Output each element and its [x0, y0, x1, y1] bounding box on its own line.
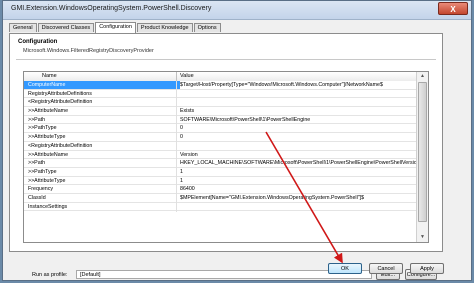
tab-general[interactable]: General [9, 23, 37, 32]
cell-divider [176, 159, 177, 169]
cell-divider [176, 141, 177, 151]
row-name: ComputerName [28, 82, 66, 88]
table-row[interactable]: ComputerName $Target/Host/Property[Type="… [24, 81, 418, 90]
table-row[interactable]: >>AttributeName Version [24, 150, 418, 160]
table-row[interactable]: >>PathType 1 [24, 167, 418, 177]
row-value[interactable]: 0 [180, 124, 416, 132]
tab-product-knowledge[interactable]: Product Knowledge [136, 23, 193, 32]
apply-button[interactable]: Apply [410, 263, 444, 274]
row-value[interactable]: 1 [180, 168, 416, 176]
row-name: >>AttributeName [28, 151, 69, 158]
dialog-window: GMI.Extension.WindowsOperatingSystem.Pow… [2, 0, 472, 281]
row-name: >>PathType [28, 125, 57, 132]
row-name: >>AttributeName [28, 108, 69, 115]
row-name: RegistryAttributeDefinitions [28, 90, 92, 97]
cell-divider [176, 81, 177, 90]
table-row[interactable]: InstanceSettings [24, 202, 418, 212]
row-value[interactable]: 0 [180, 133, 416, 141]
table-row[interactable]: <RegistryAttributeDefinition [24, 141, 418, 151]
row-name: <RegistryAttributeDefinition [28, 99, 93, 106]
grid-rows: ComputerName $Target/Host/Property[Type="… [24, 81, 418, 212]
table-row[interactable]: >>AttributeName Exists [24, 107, 418, 117]
table-row[interactable]: RegistryAttributeDefinitions [24, 89, 418, 99]
cell-divider [176, 98, 177, 108]
row-value[interactable]: Version [180, 151, 416, 159]
tab-options[interactable]: Options [193, 23, 221, 32]
table-row[interactable]: >>AttributeType 0 [24, 133, 418, 143]
property-grid: Name Value ComputerName $Target/Host/Prop… [23, 71, 429, 243]
row-name: InstanceSettings [28, 203, 68, 210]
row-name: Frequency [28, 186, 54, 193]
provider-description: Microsoft.Windows.FilteredRegistryDiscov… [23, 48, 154, 54]
table-row[interactable]: >>Path SOFTWARE\Microsoft\PowerShell\1\Po… [24, 115, 418, 125]
row-name: >>AttributeType [28, 134, 66, 141]
row-name: ClassId [28, 194, 46, 201]
table-row[interactable]: <RegistryAttributeDefinition [24, 98, 418, 108]
row-name: >>AttributeType [28, 177, 66, 184]
cell-divider [176, 167, 177, 177]
configuration-panel: Configuration Microsoft.Windows.Filtered… [9, 33, 443, 280]
cell-divider [176, 202, 177, 212]
divider [16, 59, 436, 60]
table-row[interactable]: >>AttributeType 1 [24, 176, 418, 186]
vertical-scrollbar[interactable]: ▲ ▼ [416, 72, 428, 242]
cell-divider [176, 193, 177, 203]
row-value[interactable]: 86400 [180, 185, 416, 193]
row-name: >>Path [28, 160, 46, 167]
cell-divider [176, 115, 177, 125]
cell-divider [176, 89, 177, 99]
cell-divider [176, 107, 177, 117]
title-bar[interactable]: GMI.Extension.WindowsOperatingSystem.Pow… [3, 1, 471, 20]
row-value[interactable]: SOFTWARE\Microsoft\PowerShell\1\PowerShe… [180, 116, 416, 124]
row-value[interactable]: Exists [180, 107, 416, 115]
cell-divider [176, 150, 177, 160]
table-row[interactable]: Frequency 86400 [24, 185, 418, 195]
row-value[interactable]: HKEY_LOCAL_MACHINE\SOFTWARE\Microsoft\Po… [180, 159, 416, 167]
scroll-down-icon[interactable]: ▼ [417, 233, 428, 242]
cancel-button[interactable]: Cancel [369, 263, 403, 274]
tab-configuration[interactable]: Configuration [95, 22, 136, 33]
scroll-up-icon[interactable]: ▲ [417, 72, 428, 81]
row-value[interactable]: $MPElement[Name="GMI.Extension.WindowsOp… [180, 194, 416, 202]
cell-divider [176, 185, 177, 195]
row-name: >>PathType [28, 168, 57, 175]
scroll-thumb[interactable] [418, 82, 427, 222]
row-value-input[interactable]: $Target/Host/Property[Type="Windows!Micr… [180, 81, 416, 89]
cell-divider [176, 176, 177, 186]
column-header-name[interactable]: Name [42, 73, 57, 79]
cell-divider [176, 124, 177, 134]
section-title: Configuration [18, 39, 58, 45]
row-value[interactable]: 1 [180, 177, 416, 185]
table-row[interactable]: >>PathType 0 [24, 124, 418, 134]
tab-discovered-classes[interactable]: Discovered Classes [37, 23, 95, 32]
ok-button[interactable]: OK [328, 263, 362, 274]
table-row[interactable]: ClassId $MPElement[Name="GMI.Extension.Wi… [24, 193, 418, 203]
table-row[interactable]: >>Path HKEY_LOCAL_MACHINE\SOFTWARE\Micros… [24, 159, 418, 169]
tab-strip: General Discovered Classes Configuration… [9, 22, 222, 33]
row-name: >>Path [28, 116, 46, 123]
column-header-value[interactable]: Value [180, 73, 194, 79]
cell-divider [176, 133, 177, 143]
column-divider[interactable] [176, 72, 177, 81]
window-title: GMI.Extension.WindowsOperatingSystem.Pow… [11, 5, 212, 12]
close-button[interactable]: X [438, 2, 468, 15]
row-name: <RegistryAttributeDefinition [28, 142, 93, 149]
run-as-label: Run as profile: [32, 272, 68, 278]
